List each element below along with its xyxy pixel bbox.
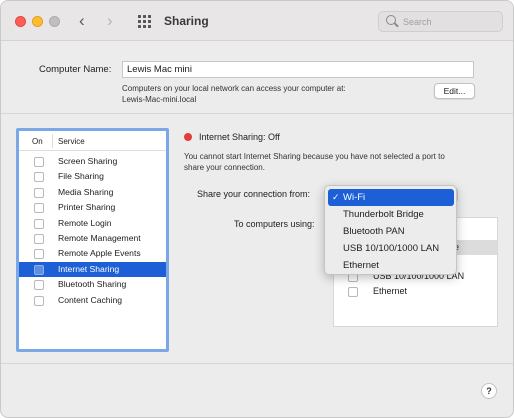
service-checkbox[interactable] <box>34 218 44 229</box>
warning-line-1: You cannot start Internet Sharing becaus… <box>184 152 445 161</box>
menu-item-label: Bluetooth PAN <box>343 226 405 237</box>
service-checkbox[interactable] <box>34 264 44 275</box>
service-list: On Service Screen Sharing File Sharing M… <box>16 128 169 352</box>
service-label: Internet Sharing <box>58 263 120 274</box>
service-row-content-caching[interactable]: Content Caching <box>19 293 166 308</box>
service-checkbox[interactable] <box>34 172 44 183</box>
minimize-window-button[interactable] <box>32 16 43 27</box>
service-label: File Sharing <box>58 171 104 182</box>
port-label: Ethernet <box>373 286 408 296</box>
search-input[interactable] <box>403 15 498 28</box>
service-label: Remote Login <box>58 217 112 228</box>
service-row-remote-management[interactable]: Remote Management <box>19 231 166 246</box>
description-line-1: Computers on your local network can acce… <box>122 84 346 93</box>
zoom-window-button[interactable] <box>49 16 60 27</box>
divider <box>1 363 513 364</box>
status-indicator <box>184 133 192 141</box>
computer-name-label: Computer Name: <box>39 64 112 75</box>
sharing-window: ‹ › Sharing Computer Name: Computers on … <box>0 0 514 418</box>
service-label: Remote Apple Events <box>58 248 141 259</box>
forward-button[interactable]: › <box>107 11 113 31</box>
service-row-internet-sharing[interactable]: Internet Sharing <box>19 261 166 278</box>
port-row-ethernet[interactable]: Ethernet <box>334 285 497 300</box>
help-button[interactable]: ? <box>481 383 497 399</box>
menu-item-label: Thunderbolt Bridge <box>343 209 424 220</box>
column-header-service[interactable]: Service <box>58 137 85 146</box>
service-row-remote-login[interactable]: Remote Login <box>19 216 166 231</box>
description-line-2: Lewis-Mac-mini.local <box>122 95 197 104</box>
internet-sharing-status: Internet Sharing: Off <box>199 132 280 142</box>
computer-name-description: Computers on your local network can acce… <box>122 83 346 105</box>
menu-item-bluetooth-pan[interactable]: Bluetooth PAN <box>328 223 454 240</box>
service-label: Bluetooth Sharing <box>58 279 127 290</box>
service-checkbox[interactable] <box>34 234 44 244</box>
search-icon <box>386 15 396 25</box>
title-bar: ‹ › Sharing <box>1 1 513 41</box>
to-computers-label: To computers using: <box>234 219 315 229</box>
service-checkbox[interactable] <box>34 280 44 291</box>
column-header-on[interactable]: On <box>32 137 43 146</box>
service-row-printer-sharing[interactable]: Printer Sharing <box>19 200 166 215</box>
column-divider <box>52 134 53 148</box>
close-window-button[interactable] <box>15 16 26 27</box>
service-label: Printer Sharing <box>58 202 116 213</box>
service-label: Content Caching <box>58 294 123 305</box>
menu-item-thunderbolt-bridge[interactable]: Thunderbolt Bridge <box>328 206 454 223</box>
window-title: Sharing <box>164 14 209 28</box>
checkmark-icon: ✓ <box>332 192 340 202</box>
service-row-screen-sharing[interactable]: Screen Sharing <box>19 154 166 169</box>
menu-item-label: USB 10/100/1000 LAN <box>343 243 440 254</box>
service-row-file-sharing[interactable]: File Sharing <box>19 169 166 184</box>
search-field[interactable] <box>378 11 503 32</box>
computer-name-field[interactable] <box>122 61 474 78</box>
service-checkbox[interactable] <box>34 249 44 260</box>
service-label: Media Sharing <box>58 186 114 197</box>
service-checkbox[interactable] <box>34 157 44 167</box>
service-checkbox[interactable] <box>34 203 44 214</box>
service-checkbox[interactable] <box>34 295 44 306</box>
menu-item-wifi[interactable]: ✓ Wi-Fi <box>328 189 454 206</box>
menu-item-usb-lan[interactable]: USB 10/100/1000 LAN <box>328 240 454 257</box>
port-checkbox[interactable] <box>348 287 358 297</box>
service-row-bluetooth-sharing[interactable]: Bluetooth Sharing <box>19 277 166 292</box>
warning-line-2: share your connection. <box>184 163 265 172</box>
share-from-dropdown-menu: ✓ Wi-Fi Thunderbolt Bridge Bluetooth PAN… <box>324 185 457 275</box>
service-checkbox[interactable] <box>34 187 44 198</box>
service-row-media-sharing[interactable]: Media Sharing <box>19 185 166 200</box>
menu-item-ethernet[interactable]: Ethernet <box>328 257 454 274</box>
menu-item-label: Wi-Fi <box>343 192 366 203</box>
show-all-grid-icon[interactable] <box>138 15 151 28</box>
service-label: Remote Management <box>58 233 141 243</box>
divider <box>1 113 513 114</box>
edit-hostname-button[interactable]: Edit... <box>434 83 475 99</box>
service-list-header: On Service <box>19 131 166 151</box>
service-row-remote-apple-events[interactable]: Remote Apple Events <box>19 246 166 261</box>
internet-sharing-warning: You cannot start Internet Sharing becaus… <box>184 151 504 173</box>
share-from-label: Share your connection from: <box>197 189 311 199</box>
service-label: Screen Sharing <box>58 156 118 166</box>
menu-item-label: Ethernet <box>343 260 379 271</box>
back-button[interactable]: ‹ <box>79 11 85 31</box>
